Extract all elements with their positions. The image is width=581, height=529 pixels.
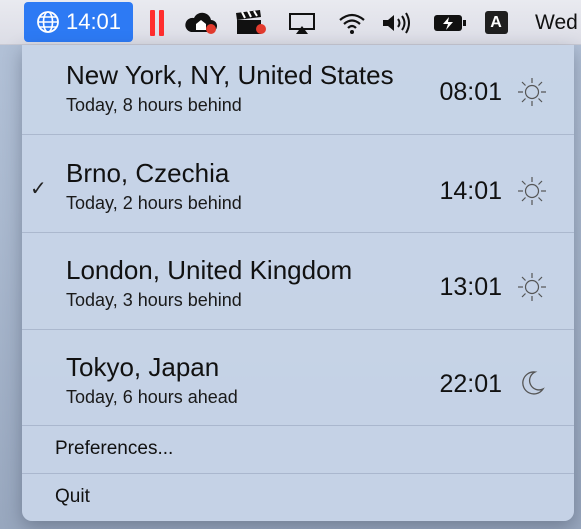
city-time: 22:01 — [439, 370, 502, 398]
battery-charging-icon — [434, 14, 466, 31]
quit-menu-item[interactable]: Quit — [22, 474, 574, 521]
pause-status-item[interactable] — [148, 0, 166, 45]
wifi-item[interactable] — [335, 0, 369, 45]
city-offset: Today, 6 hours ahead — [66, 387, 238, 407]
world-clock-menu-item[interactable]: 14:01 — [24, 2, 133, 42]
moon-icon — [522, 371, 545, 395]
preferences-menu-item[interactable]: Preferences... — [22, 426, 574, 474]
city-row-london[interactable]: London, United Kingdom Today, 3 hours be… — [22, 233, 574, 329]
city-offset: Today, 3 hours behind — [66, 290, 242, 310]
menubar-clock-time: 14:01 — [65, 9, 122, 34]
airplay-icon — [289, 12, 315, 34]
cloud-home-icon — [185, 12, 217, 34]
city-time: 08:01 — [439, 78, 502, 106]
city-row-brno[interactable]: ✓ Brno, Czechia Today, 2 hours behind 14… — [22, 135, 574, 231]
city-name: Tokyo, Japan — [66, 352, 220, 382]
day-label: Wed — [535, 10, 578, 34]
city-name: London, United Kingdom — [66, 255, 353, 285]
sun-icon — [518, 78, 546, 106]
menu-bar: 14:01 A Wed — [0, 0, 581, 45]
city-row-new-york[interactable]: New York, NY, United States Today, 8 hou… — [22, 45, 574, 141]
preferences-label: Preferences... — [55, 438, 174, 459]
city-time: 13:01 — [439, 273, 502, 301]
city-offset: Today, 8 hours behind — [66, 95, 242, 115]
cloud-sync-item[interactable] — [181, 0, 221, 45]
sun-icon — [518, 273, 546, 301]
checkmark-icon: ✓ — [30, 178, 47, 200]
city-offset: Today, 2 hours behind — [66, 193, 242, 213]
city-time: 14:01 — [439, 177, 502, 205]
wifi-icon — [339, 13, 365, 34]
input-source-item[interactable]: A — [484, 0, 508, 45]
quit-label: Quit — [55, 486, 90, 507]
battery-item[interactable] — [430, 0, 470, 45]
clapperboard-icon — [236, 9, 266, 34]
pause-icon — [150, 9, 155, 36]
sun-icon — [518, 177, 546, 205]
city-name: Brno, Czechia — [66, 158, 230, 188]
world-clock-dropdown: New York, NY, United States Today, 8 hou… — [22, 45, 574, 521]
city-name: New York, NY, United States — [66, 60, 394, 90]
menubar-date[interactable]: Wed — [535, 0, 581, 45]
volume-item[interactable] — [378, 0, 414, 45]
input-source-badge: A — [484, 11, 508, 34]
clapper-item[interactable] — [230, 0, 270, 45]
globe-icon — [37, 11, 59, 33]
airplay-item[interactable] — [285, 0, 319, 45]
volume-icon — [383, 11, 410, 34]
city-row-tokyo[interactable]: Tokyo, Japan Today, 6 hours ahead 22:01 — [22, 330, 574, 426]
